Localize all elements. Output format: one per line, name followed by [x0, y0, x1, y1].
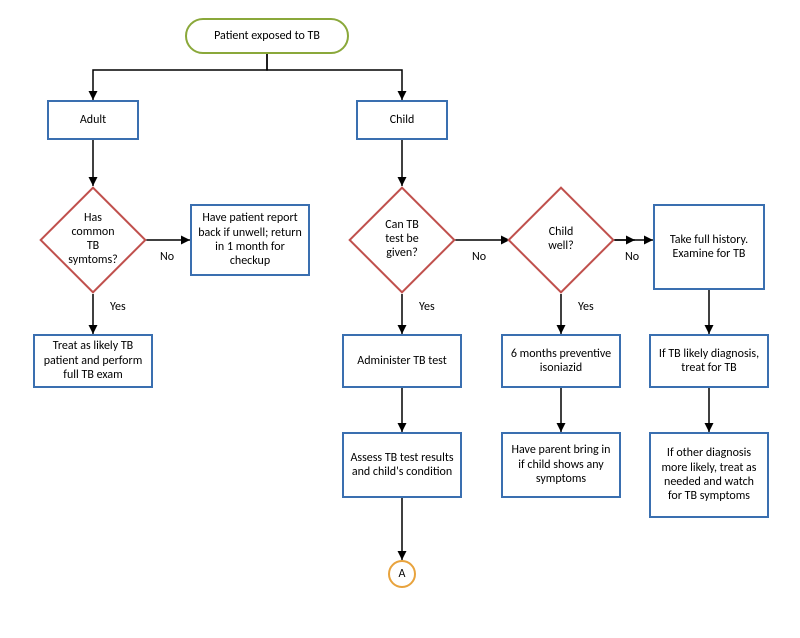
isoniazid-box: 6 months preventive isoniazid	[501, 334, 621, 388]
isoniazid-label: 6 months preventive isoniazid	[509, 347, 613, 376]
other-dx-label: If other diagnosis more likely, treat as…	[657, 446, 761, 504]
parent-bring-label: Have parent bring in if child shows any …	[509, 443, 613, 486]
history-box: Take full history. Examine for TB	[653, 204, 765, 290]
decision-symptoms: Has common TB symtoms?	[55, 202, 131, 278]
connector-a: A	[388, 560, 416, 588]
decision-symptoms-label: Has common TB symtoms?	[55, 202, 131, 278]
child-box: Child	[356, 100, 448, 140]
decision-child-well-label: Child well?	[523, 202, 599, 278]
adult-label: Adult	[80, 113, 106, 127]
parent-bring-box: Have parent bring in if child shows any …	[501, 432, 621, 498]
edge-label-no-2: No	[472, 250, 486, 264]
treat-likely-box: Treat as likely TB patient and perform f…	[33, 334, 153, 388]
connector-a-label: A	[399, 567, 406, 581]
history-label: Take full history. Examine for TB	[663, 233, 755, 262]
edge-label-no-3: No	[625, 250, 639, 264]
adult-box: Adult	[47, 100, 139, 140]
edge-label-yes-2: Yes	[419, 300, 435, 314]
edge-label-yes-1: Yes	[110, 300, 126, 314]
decision-child-well: Child well?	[523, 202, 599, 278]
decision-test: Can TB test be given?	[364, 202, 440, 278]
start-terminator: Patient exposed to TB	[185, 18, 349, 54]
report-back-box: Have patient report back if unwell; retu…	[190, 204, 310, 276]
child-label: Child	[390, 113, 415, 127]
treat-tb-box: If TB likely diagnosis, treat for TB	[649, 334, 769, 388]
administer-test-box: Administer TB test	[342, 334, 462, 388]
report-back-label: Have patient report back if unwell; retu…	[198, 211, 302, 269]
assess-label: Assess TB test results and child's condi…	[350, 451, 454, 480]
treat-likely-label: Treat as likely TB patient and perform f…	[41, 339, 145, 382]
edge-label-yes-3: Yes	[578, 300, 594, 314]
flowchart-arrows	[0, 0, 800, 638]
edge-label-no-1: No	[160, 250, 174, 264]
start-label: Patient exposed to TB	[214, 29, 320, 43]
decision-test-label: Can TB test be given?	[364, 202, 440, 278]
assess-box: Assess TB test results and child's condi…	[342, 432, 462, 498]
administer-test-label: Administer TB test	[357, 354, 447, 368]
other-dx-box: If other diagnosis more likely, treat as…	[649, 432, 769, 518]
treat-tb-label: If TB likely diagnosis, treat for TB	[657, 347, 761, 376]
